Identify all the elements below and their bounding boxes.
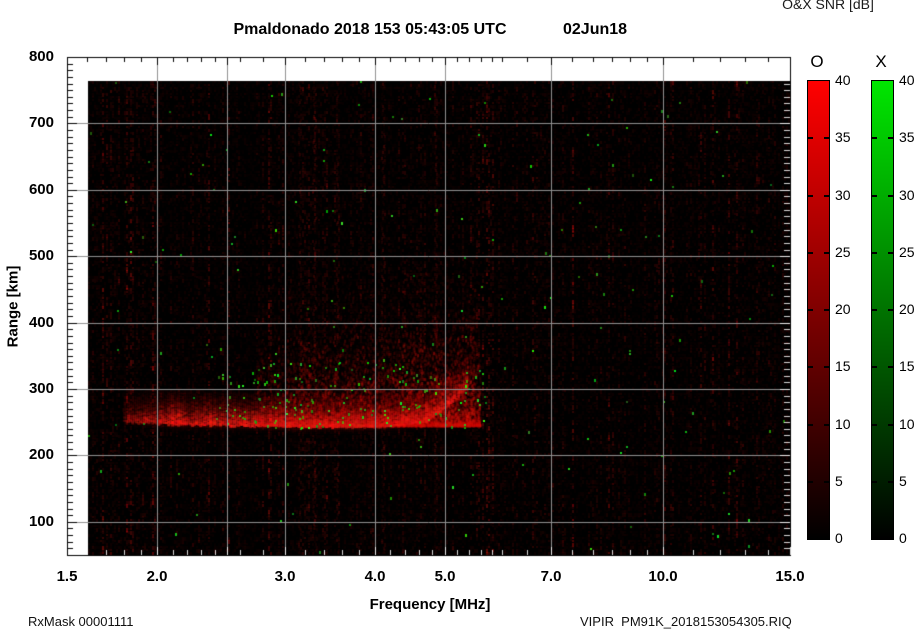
colorbar-tick-mark xyxy=(824,252,829,254)
ionogram-viewer: Pmaldonado 2018 153 05:43:05 UTC 02Jun18… xyxy=(0,0,922,636)
colorbar-tick-label: 40 xyxy=(899,72,915,88)
y-tick-label: 600 xyxy=(28,181,54,198)
x-tick-label: 1.5 xyxy=(56,568,78,585)
colorbar-tick-label: 10 xyxy=(835,416,851,432)
colorbar-tick-label: 0 xyxy=(835,530,843,546)
y-tick-label: 500 xyxy=(28,247,54,264)
colorbar-tick-mark xyxy=(872,309,877,311)
x-tick-label: 3.0 xyxy=(274,568,296,585)
colorbar-tick-label: 30 xyxy=(835,187,851,203)
x-tick-label: 7.0 xyxy=(540,568,562,585)
rxmask-label: RxMask 00001111 xyxy=(28,614,134,629)
colorbar-tick-mark xyxy=(888,366,893,368)
colorbar-tick-label: 35 xyxy=(835,129,851,145)
colorbar-o-gradient xyxy=(807,80,830,540)
colorbar-tick-mark xyxy=(888,424,893,426)
colorbar-tick-mark xyxy=(824,424,829,426)
x-tick-label: 15.0 xyxy=(775,568,805,585)
colorbar-tick-mark xyxy=(888,309,893,311)
x-tick-label: 2.0 xyxy=(146,568,168,585)
colorbar-tick-label: 30 xyxy=(899,187,915,203)
date-label: 02Jun18 xyxy=(563,21,628,38)
colorbar-tick-mark xyxy=(872,481,877,483)
y-tick-label: 800 xyxy=(28,48,54,65)
colorbar-tick-mark xyxy=(808,481,813,483)
y-tick-label: 200 xyxy=(28,446,54,463)
colorbar-x-header: X xyxy=(875,52,887,71)
colorbar-tick-mark xyxy=(888,137,893,139)
ionogram-plot-canvas xyxy=(0,0,922,636)
colorbar-tick-mark xyxy=(824,309,829,311)
colorbar-tick-mark xyxy=(808,366,813,368)
colorbar-tick-mark xyxy=(872,366,877,368)
x-axis-title: Frequency [MHz] xyxy=(369,596,491,613)
colorbar-tick-label: 35 xyxy=(899,129,915,145)
colorbar-o-header: O xyxy=(810,52,824,71)
colorbar-tick-label: 20 xyxy=(899,301,915,317)
colorbar-tick-mark xyxy=(888,252,893,254)
colorbar-tick-mark xyxy=(824,366,829,368)
colorbar-tick-label: 25 xyxy=(835,244,851,260)
colorbar-tick-mark xyxy=(888,481,893,483)
colorbar-tick-mark xyxy=(824,195,829,197)
page-title: Pmaldonado 2018 153 05:43:05 UTC xyxy=(233,21,507,38)
source-file-label: VIPIR PM91K_2018153054305.RIQ xyxy=(580,614,792,629)
x-tick-label: 4.0 xyxy=(364,568,386,585)
y-tick-label: 700 xyxy=(28,114,54,131)
colorbar-tick-label: 20 xyxy=(835,301,851,317)
colorbar-tick-label: 15 xyxy=(899,358,915,374)
colorbar-tick-mark xyxy=(872,195,877,197)
colorbar-tick-label: 10 xyxy=(899,416,915,432)
colorbar-tick-mark xyxy=(824,481,829,483)
colorbar-tick-mark xyxy=(808,195,813,197)
colorbar-tick-label: 5 xyxy=(835,473,843,489)
y-tick-label: 300 xyxy=(28,380,54,397)
colorbar-tick-mark xyxy=(808,137,813,139)
colorbar-tick-mark xyxy=(824,137,829,139)
colorbar-tick-mark xyxy=(872,252,877,254)
colorbar-tick-mark xyxy=(872,424,877,426)
colorbar-tick-mark xyxy=(808,309,813,311)
colorbar-tick-label: 25 xyxy=(899,244,915,260)
colorbar-tick-label: 5 xyxy=(899,473,907,489)
colorbar-tick-label: 15 xyxy=(835,358,851,374)
colorbar-tick-mark xyxy=(888,195,893,197)
y-tick-label: 100 xyxy=(28,513,54,530)
colorbar-tick-mark xyxy=(808,424,813,426)
colorbar-tick-mark xyxy=(872,137,877,139)
colorbar-tick-label: 40 xyxy=(835,72,851,88)
y-tick-label: 400 xyxy=(28,314,54,331)
colorbar-tick-mark xyxy=(808,252,813,254)
colorbar-x-gradient xyxy=(871,80,894,540)
x-tick-label: 10.0 xyxy=(648,568,678,585)
x-tick-label: 5.0 xyxy=(434,568,456,585)
colorbar-tick-label: 0 xyxy=(899,530,907,546)
colorbar-title: O&X SNR [dB] xyxy=(782,0,874,12)
